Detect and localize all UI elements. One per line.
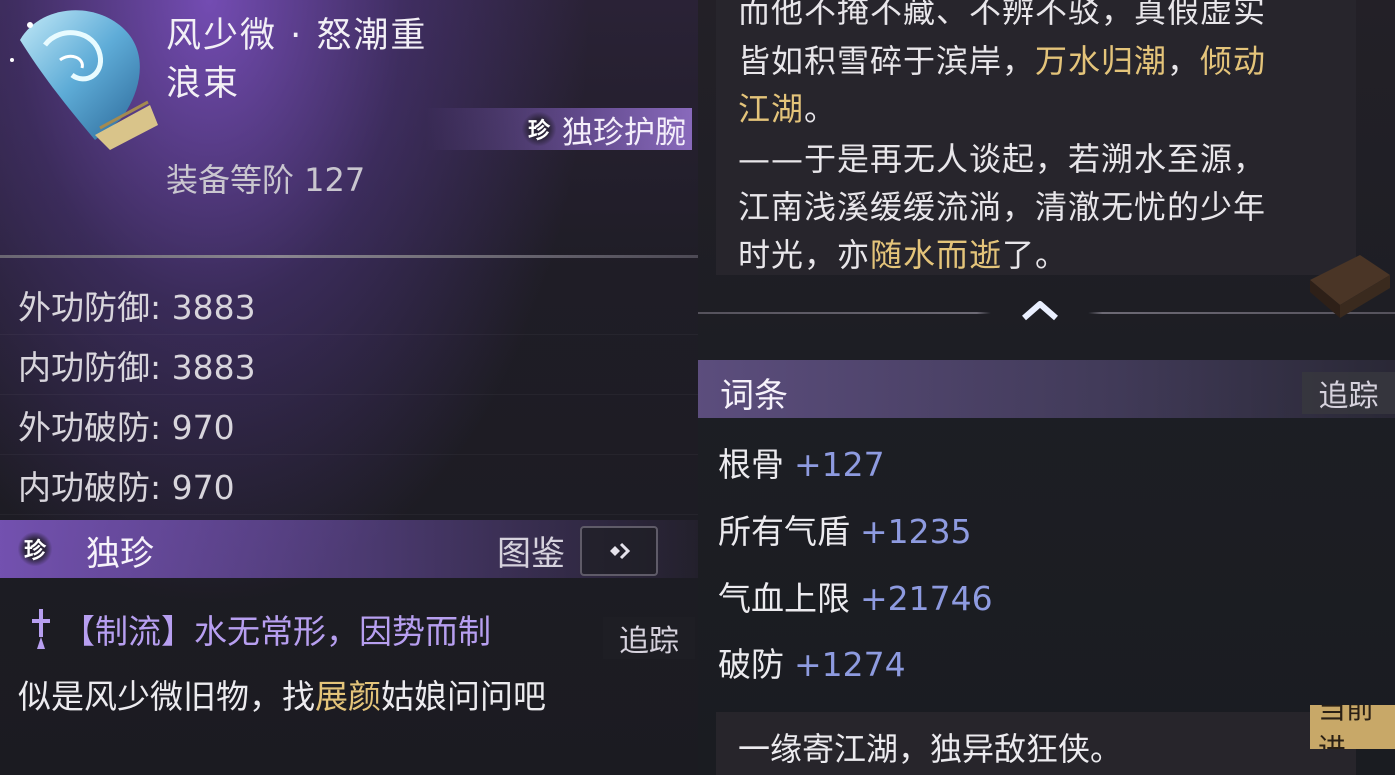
stat-outer-penetration: 外功破防: 970 <box>0 395 698 455</box>
affix-value: +21746 <box>860 579 993 618</box>
lore-text: 时光，亦 <box>738 236 871 274</box>
lore-highlight: 江湖 <box>738 90 805 128</box>
flavor-hint-highlight: 展颜 <box>315 677 381 716</box>
lore-line: 而他不掩不藏、不辨不驳，真假虚实 <box>738 0 1267 30</box>
unique-section-header: 珍 独珍 图鉴 <box>0 520 698 578</box>
stat-inner-defense: 内功防御: 3883 <box>0 335 698 395</box>
codex-label[interactable]: 图鉴 <box>497 526 565 575</box>
lore-text: 皆如积雪碎于滨岸， <box>738 42 1036 80</box>
affix-row: 破防 +1274 <box>718 638 906 686</box>
lore-line: 皆如积雪碎于滨岸，万水归潮，倾动 <box>738 36 1266 82</box>
stat-outer-defense: 外功防御: 3883 <box>0 275 698 335</box>
flavor-hint-pre: 似是风少微旧物，找 <box>18 677 315 716</box>
lore-line: ——于是再无人谈起，若溯水至源， <box>738 140 1267 178</box>
flavor-hint-post: 姑娘问问吧 <box>381 677 546 716</box>
affix-row: 气血上限 +21746 <box>718 572 993 620</box>
affix-value: +1235 <box>860 512 972 551</box>
lore-text: ， <box>1167 42 1201 80</box>
chevron-up-icon[interactable] <box>1020 296 1060 324</box>
lore-line: 时光，亦随水而逝了。 <box>738 230 1068 276</box>
rarity-type: 独珍护腕 <box>562 114 686 151</box>
sword-icon <box>32 609 50 649</box>
track-button-right[interactable]: 追踪 <box>1302 372 1395 414</box>
flavor-effect-text: 【制流】水无常形，因势而制 <box>62 612 491 651</box>
affix-value: +127 <box>794 445 885 484</box>
codex-button[interactable] <box>580 526 658 576</box>
rarity-tag: 珍 独珍护腕 <box>426 108 692 151</box>
bottom-flavor-box: 一缘寄江湖，独异敌狂侠。 <box>716 712 1356 775</box>
lore-text-box: 而他不掩不藏、不辨不驳，真假虚实 皆如积雪碎于滨岸，万水归潮，倾动 江湖。 ——… <box>716 0 1356 275</box>
stat-inner-penetration: 内功破防: 970 <box>0 455 698 515</box>
bottom-flavor-text: 一缘寄江湖，独异敌狂侠。 <box>738 730 1123 768</box>
item-name-line2: 浪束 <box>166 64 241 104</box>
affix-name: 根骨 <box>718 445 784 484</box>
lore-text: 了。 <box>1002 236 1069 274</box>
unique-badge-icon: 珍 <box>18 532 52 566</box>
diamond-arrow-icon <box>610 542 631 560</box>
rarity-badge-icon: 珍 <box>522 112 556 146</box>
affix-name: 所有气盾 <box>718 512 850 551</box>
item-tooltip-left-panel: 风少微 · 怒潮重 浪束 珍 独珍护腕 装备等阶 127 外功防御: 3883 … <box>0 0 698 775</box>
track-button-left[interactable]: 追踪 <box>603 617 695 659</box>
book-icon <box>1310 255 1390 318</box>
flavor-hint: 似是风少微旧物，找展颜姑娘问问吧 <box>18 670 546 718</box>
affix-row: 所有气盾 +1235 <box>718 505 972 553</box>
lore-text: 。 <box>804 90 838 128</box>
lore-line: 江南浅溪缓缓流淌，清澈无忧的少年 <box>738 188 1267 226</box>
affix-section-header: 词条 <box>698 360 1395 418</box>
water-wave-bracer-icon <box>10 10 158 150</box>
affix-name: 气血上限 <box>718 579 850 618</box>
equipment-level: 装备等阶 127 <box>166 161 366 199</box>
lore-highlight: 随水而逝 <box>870 236 1003 274</box>
affix-row: 根骨 +127 <box>718 438 885 486</box>
affix-title: 词条 <box>720 376 788 416</box>
divider <box>0 255 698 258</box>
unique-label: 独珍 <box>86 534 154 574</box>
current-status-tag[interactable]: 当前进 <box>1310 705 1395 749</box>
lore-highlight: 万水归潮 <box>1035 42 1168 80</box>
lore-highlight: 倾动 <box>1200 42 1267 80</box>
item-name-line1: 风少微 · 怒潮重 <box>166 16 428 56</box>
flavor-effect: 【制流】水无常形，因势而制 <box>28 605 491 653</box>
base-stats-list: 外功防御: 3883 内功防御: 3883 外功破防: 970 内功破防: 97… <box>0 275 698 515</box>
item-name: 风少微 · 怒潮重 浪束 <box>166 12 427 108</box>
affix-name: 破防 <box>718 645 784 684</box>
lore-line: 江湖。 <box>738 84 837 130</box>
affix-value: +1274 <box>794 645 906 684</box>
